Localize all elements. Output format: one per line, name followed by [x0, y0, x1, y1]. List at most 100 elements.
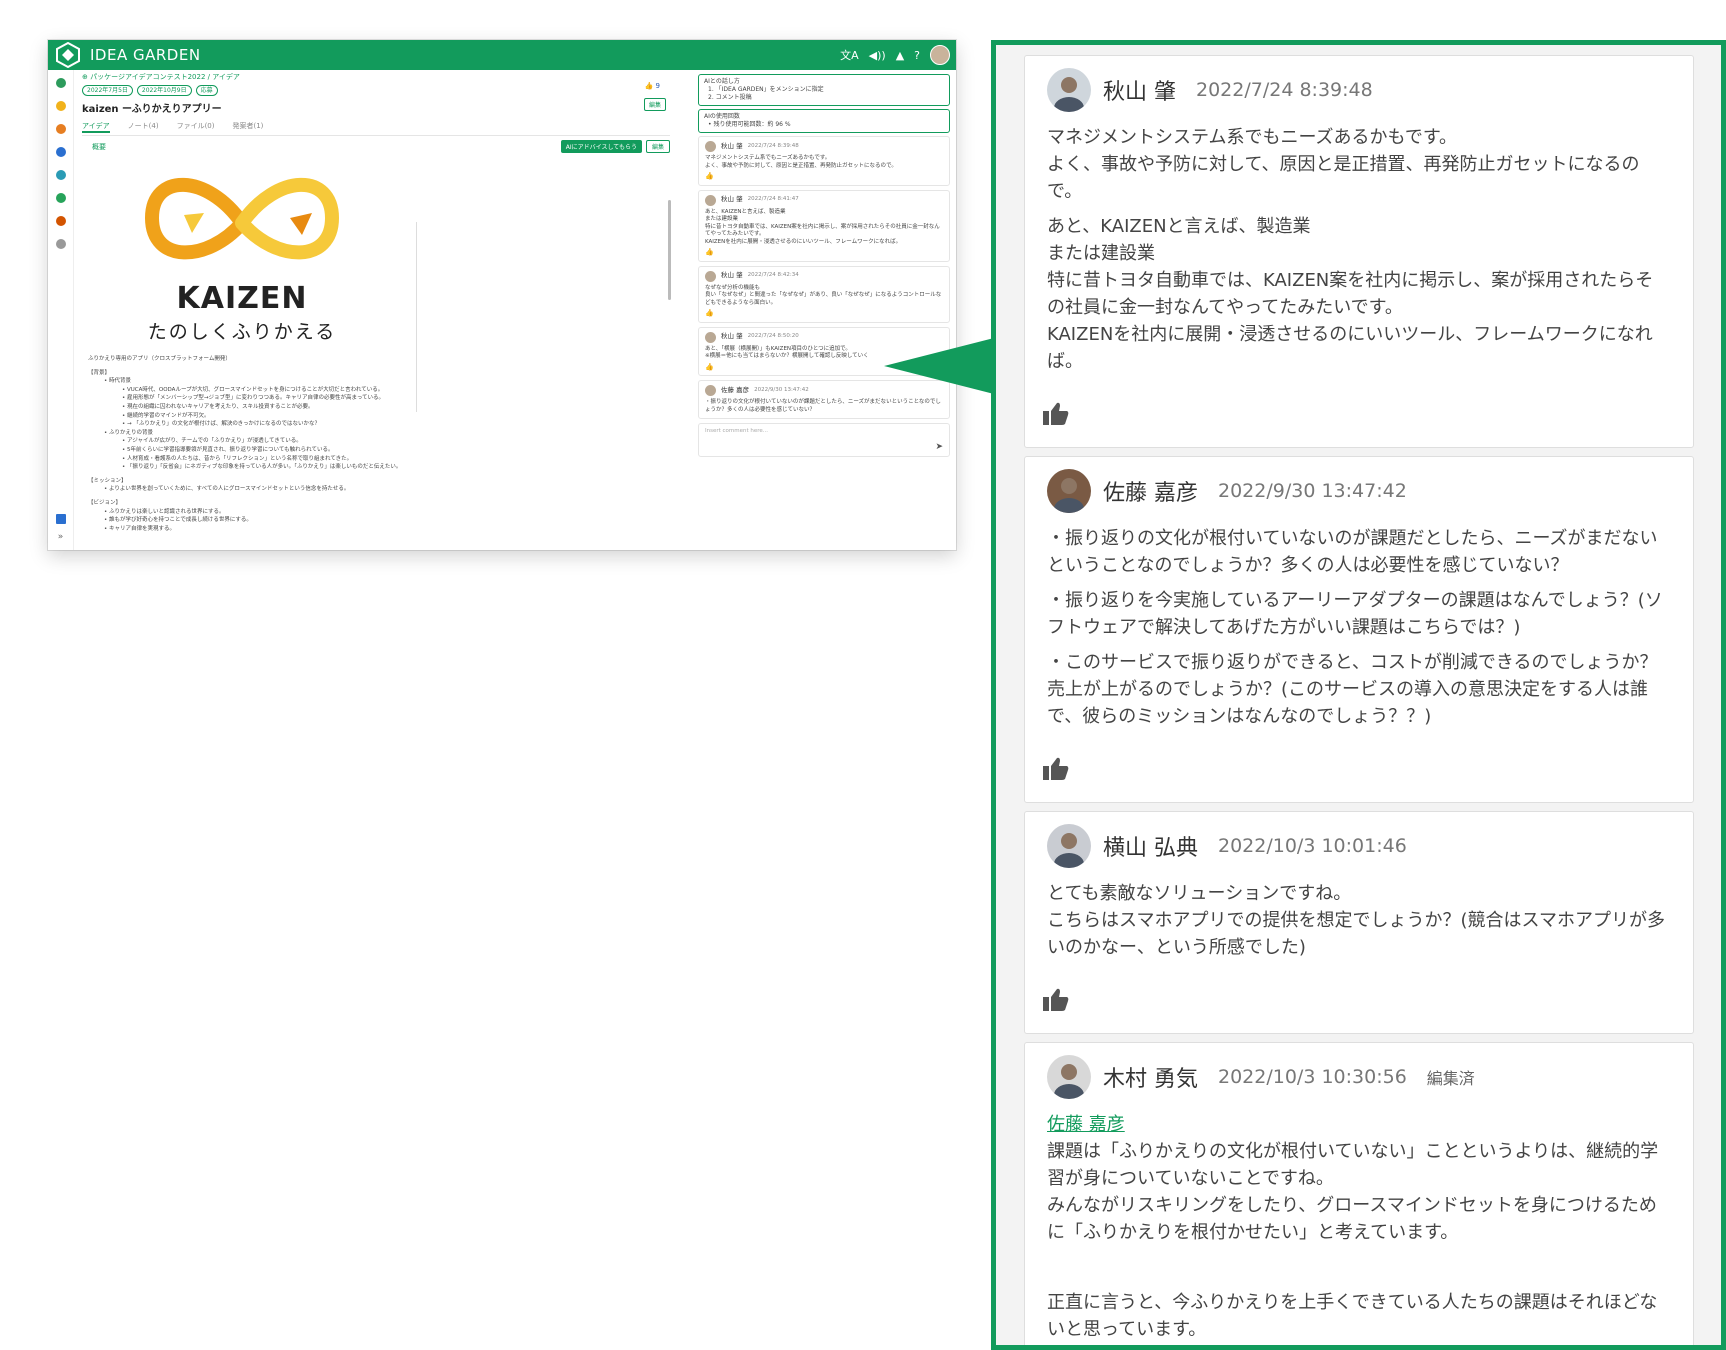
ai-advice-button[interactable]: AIにアドバイスしてもらう — [560, 140, 642, 153]
comment-line: または建設業 — [705, 216, 739, 222]
mini-comment: 秋山 肇 2022/7/24 8:39:48 マネジメントシステム系でもニーズあるか… — [698, 136, 950, 186]
overview-label: 概要 — [92, 142, 106, 151]
calendar-icon[interactable] — [55, 170, 66, 180]
ai-usage-line: • 残り使用可能回数：約 96 % — [708, 121, 791, 128]
comment-line: 良い「なぜなぜ」と間違った「なぜなぜ」があり、良い「なぜなぜ」になるようコントロ… — [705, 292, 942, 306]
left-nav-bottom: » — [55, 514, 66, 542]
thumbs-up-icon[interactable] — [1041, 401, 1071, 427]
description-line: • よりよい世界を創っていくために、すべての人にグロースマインドセットという信念… — [104, 486, 350, 493]
thumbs-up-icon[interactable] — [1041, 756, 1071, 782]
description-line: • → 「ふりかえり」の文化が根付けば、解決のきっかけになるのではないかな？ — [122, 421, 320, 428]
comment-line: なぜなぜ分析の機能も — [705, 284, 761, 291]
globe-icon: ⊕ — [82, 73, 91, 81]
commenter-name[interactable]: 佐藤 嘉彦 — [1103, 475, 1198, 507]
bell-icon[interactable]: ▲ — [896, 49, 904, 62]
translate-icon[interactable]: 文A — [840, 47, 859, 63]
scrollbar[interactable] — [668, 200, 671, 300]
idea-garden-logo-icon[interactable] — [54, 42, 82, 68]
zoomed-comment-list: 秋山 肇 2022/7/24 8:39:48 マネジメントシステム系でもニーズあるか… — [1024, 55, 1694, 1345]
edit-title-button[interactable]: 編集 — [643, 98, 666, 111]
comment-header: 秋山 肇 2022/7/24 8:39:48 — [1047, 68, 1671, 112]
description-line: • 現在の組織に囚われないキャリアを考えたり、スキル投資することが必要。 — [122, 403, 314, 410]
expand-icon[interactable]: » — [58, 532, 64, 542]
commenter-name[interactable]: 木村 勇気 — [1103, 1061, 1198, 1093]
description-line: • ふりかえりは楽しいと認識される世界にする。 — [104, 508, 225, 515]
tab-files[interactable]: ファイル(0) — [177, 121, 215, 133]
avatar[interactable] — [705, 385, 716, 396]
thumbs-up-icon[interactable]: 👍 — [705, 248, 943, 257]
thumbs-up-icon[interactable] — [1041, 987, 1071, 1013]
chip-start-date: 2022年7月5日 — [82, 85, 133, 96]
breadcrumb[interactable]: ⊕ パッケージアイデアコンテスト2022 / アイデア — [82, 72, 670, 82]
commenter-name[interactable]: 秋山 肇 — [721, 333, 743, 341]
commenter-name[interactable]: 秋山 肇 — [721, 196, 743, 204]
description-line: • 雇用形態が「メンバーシップ型→ジョブ型」に変わりつつある。キャリア自律の必要… — [122, 395, 385, 402]
kaizen-word: KAIZEN — [176, 281, 308, 316]
comment-date: 2022/7/24 8:39:48 — [1196, 79, 1373, 101]
help-icon[interactable]: ? — [914, 49, 920, 62]
send-icon[interactable]: ➤ — [935, 442, 943, 452]
megaphone-icon[interactable]: ◀)) — [869, 49, 886, 62]
avatar[interactable] — [705, 331, 716, 343]
edit-overview-button[interactable]: 編集 — [645, 140, 670, 153]
thumbs-up-icon[interactable]: 👍 — [705, 309, 943, 318]
commenter-name[interactable]: 秋山 肇 — [721, 272, 743, 280]
team-icon[interactable] — [55, 216, 66, 226]
comment-line: あと、KAIZENと言えば、製造業 — [1047, 216, 1311, 237]
tab-idea[interactable]: アイデア — [82, 121, 110, 133]
tab-proposers[interactable]: 発案者(1) — [233, 121, 264, 133]
user-avatar[interactable] — [930, 45, 950, 65]
commenter-name[interactable]: 秋山 肇 — [1103, 74, 1176, 106]
question-icon[interactable] — [55, 193, 66, 203]
avatar[interactable] — [1047, 824, 1091, 868]
thumbs-up-icon[interactable]: 👍 — [705, 172, 943, 181]
card-icon[interactable] — [55, 514, 66, 524]
comment-line: よく、事故や予防に対して、原因と是正措置、再発防止ガセットになるので。 — [705, 162, 897, 169]
avatar[interactable] — [1047, 469, 1091, 513]
commenter-name[interactable]: 横山 弘典 — [1103, 830, 1198, 862]
comment-line: 正直に言うと、今ふりかえりを上手くできている人たちの課題はそれほどないと思ってい… — [1047, 1292, 1658, 1340]
divider — [416, 222, 417, 412]
tab-notes[interactable]: ノート(4) — [128, 121, 159, 133]
lightbulb-icon[interactable] — [55, 101, 66, 111]
ranking-icon[interactable] — [55, 124, 66, 134]
overview-row: 概要 AIにアドバイスしてもらう 編集 — [82, 140, 670, 153]
description-line: • VUCA時代、OODAループが大切、グロースマインドセットを身につけることが… — [122, 386, 384, 393]
comment-input[interactable]: Insert comment here... ➤ — [698, 423, 950, 457]
idea-main: ⊕ パッケージアイデアコンテスト2022 / アイデア 2022年7月5日 20… — [76, 70, 676, 550]
comment-header: 佐藤 嘉彦 2022/9/30 13:47:42 — [1047, 469, 1671, 513]
description-line: • キャリア自律を実現する。 — [104, 525, 175, 532]
description-line: 【ビジョン】 — [88, 499, 122, 506]
ai-guide-line: 1. 「IDEA GARDEN」をメンションに指定 — [708, 86, 824, 93]
comment-line: KAIZENを社内に展開・浸透させるのにいいツール、フレームワークになれば。 — [705, 238, 902, 245]
avatar[interactable] — [1047, 68, 1091, 112]
app-title: IDEA GARDEN — [90, 46, 201, 64]
chat-icon[interactable] — [55, 239, 66, 249]
user-circle-icon[interactable] — [55, 147, 66, 157]
status-chips: 2022年7月5日 2022年10月9日 応募 — [82, 85, 670, 96]
avatar[interactable] — [705, 141, 716, 152]
description-line: • ふりかえりの背景 — [104, 429, 153, 436]
comment-line: とても素敵なソリューションですね。 — [1047, 883, 1352, 904]
avatar[interactable] — [705, 270, 716, 282]
comment-line: あと、KAIZENと言えば、製造業 — [705, 208, 786, 215]
comment-line: KAIZENを社内に展開・浸透させるのにいいツール、フレームワークになれば。 — [1047, 324, 1653, 372]
comment-line: ・振り返りの文化が根付いていないのが課題だとしたら、ニーズがまだないということな… — [705, 399, 941, 413]
comment-date: 2022/9/30 13:47:42 — [754, 386, 809, 393]
comment-date: 2022/7/24 8:39:48 — [747, 142, 799, 149]
sprout-icon[interactable] — [55, 78, 66, 88]
commenter-name[interactable]: 佐藤 嘉彦 — [721, 386, 749, 395]
avatar[interactable] — [705, 194, 716, 206]
avatar[interactable] — [1047, 1055, 1091, 1099]
likes-count[interactable]: 👍 9 — [645, 82, 660, 90]
idea-tabs: アイデア ノート(4) ファイル(0) 発案者(1) — [82, 121, 670, 136]
ai-guide-line: 2. コメント投稿 — [708, 94, 752, 101]
description-line: • 「振り返り」「反省会」にネガティブな印象を持っている人が多い。「ふりかえり」… — [122, 464, 402, 471]
mention-link[interactable]: 佐藤 嘉彦 — [1047, 1114, 1125, 1135]
comment-card: 木村 勇気 2022/10/3 10:30:56 編集済 佐藤 嘉彦 課題は「ふりかえり… — [1024, 1042, 1694, 1345]
chip-status: 応募 — [195, 85, 218, 96]
commenter-name[interactable]: 秋山 肇 — [721, 142, 743, 151]
idea-title: kaizen ーふりかえりアプリー — [82, 104, 222, 115]
left-nav: » — [48, 70, 74, 550]
